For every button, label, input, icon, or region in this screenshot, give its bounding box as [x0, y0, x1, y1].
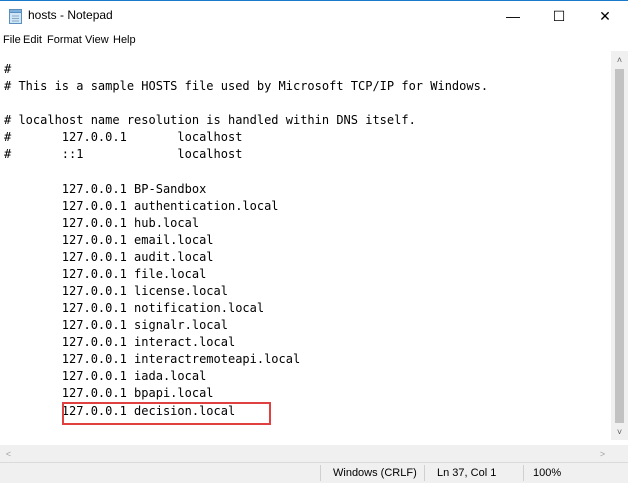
editor-line: # This is a sample HOSTS file used by Mi…	[4, 79, 489, 93]
notepad-icon	[9, 9, 22, 24]
editor-line: #	[4, 62, 12, 76]
status-separator	[424, 465, 425, 481]
editor-line: 127.0.0.1 BP-Sandbox	[4, 182, 207, 196]
horizontal-scrollbar[interactable]: < >	[0, 445, 611, 462]
editor-line: # localhost name resolution is handled w…	[4, 113, 416, 127]
editor-line: 127.0.0.1 interactremoteapi.local	[4, 352, 301, 366]
status-zoom: 100%	[533, 467, 562, 479]
vertical-scroll-thumb[interactable]	[615, 69, 624, 423]
editor-line: 127.0.0.1 authentication.local	[4, 199, 279, 213]
scroll-up-arrow-icon[interactable]: ˄	[611, 51, 628, 68]
close-button[interactable]: ✕	[582, 1, 628, 31]
scroll-right-arrow-icon[interactable]: >	[594, 445, 611, 462]
editor-line: 127.0.0.1 file.local	[4, 267, 207, 281]
status-separator	[523, 465, 524, 481]
highlight-box	[62, 402, 271, 425]
menu-view[interactable]: View	[85, 34, 109, 46]
menu-bar: File Edit Format View Help	[0, 31, 628, 50]
editor-line: # ::1 localhost	[4, 147, 243, 161]
editor-line: 127.0.0.1 hub.local	[4, 216, 200, 230]
scroll-down-arrow-icon[interactable]: ˅	[611, 423, 628, 440]
notepad-window: hosts - Notepad — ☐ ✕ File Edit Format V…	[0, 0, 628, 483]
menu-help[interactable]: Help	[113, 34, 136, 46]
editor-line: 127.0.0.1 license.local	[4, 284, 228, 298]
status-separator	[320, 465, 321, 481]
editor-line: 127.0.0.1 iada.local	[4, 369, 207, 383]
vertical-scrollbar[interactable]: ˄ ˅	[611, 51, 628, 440]
status-bar: Windows (CRLF) Ln 37, Col 1 100%	[0, 462, 628, 483]
status-encoding: Windows (CRLF)	[333, 467, 417, 479]
scroll-left-arrow-icon[interactable]: <	[0, 445, 17, 462]
menu-format[interactable]: Format	[47, 34, 82, 46]
status-position: Ln 37, Col 1	[437, 467, 497, 479]
window-title: hosts - Notepad	[28, 8, 113, 22]
editor-line: 127.0.0.1 interact.local	[4, 335, 236, 349]
text-editor[interactable]: # # This is a sample HOSTS file used by …	[2, 51, 610, 440]
editor-line: 127.0.0.1 email.local	[4, 233, 214, 247]
menu-edit[interactable]: Edit	[23, 34, 42, 46]
editor-line: 127.0.0.1 bpapi.local	[4, 386, 214, 400]
editor-line: 127.0.0.1 audit.local	[4, 250, 214, 264]
scrollbar-corner	[611, 445, 628, 462]
maximize-button[interactable]: ☐	[536, 1, 582, 31]
editor-line: # 127.0.0.1 localhost	[4, 130, 243, 144]
editor-line: 127.0.0.1 notification.local	[4, 301, 265, 315]
title-bar[interactable]: hosts - Notepad — ☐ ✕	[0, 1, 628, 31]
menu-file[interactable]: File	[3, 34, 21, 46]
minimize-button[interactable]: —	[490, 1, 536, 31]
editor-line: 127.0.0.1 signalr.local	[4, 318, 228, 332]
